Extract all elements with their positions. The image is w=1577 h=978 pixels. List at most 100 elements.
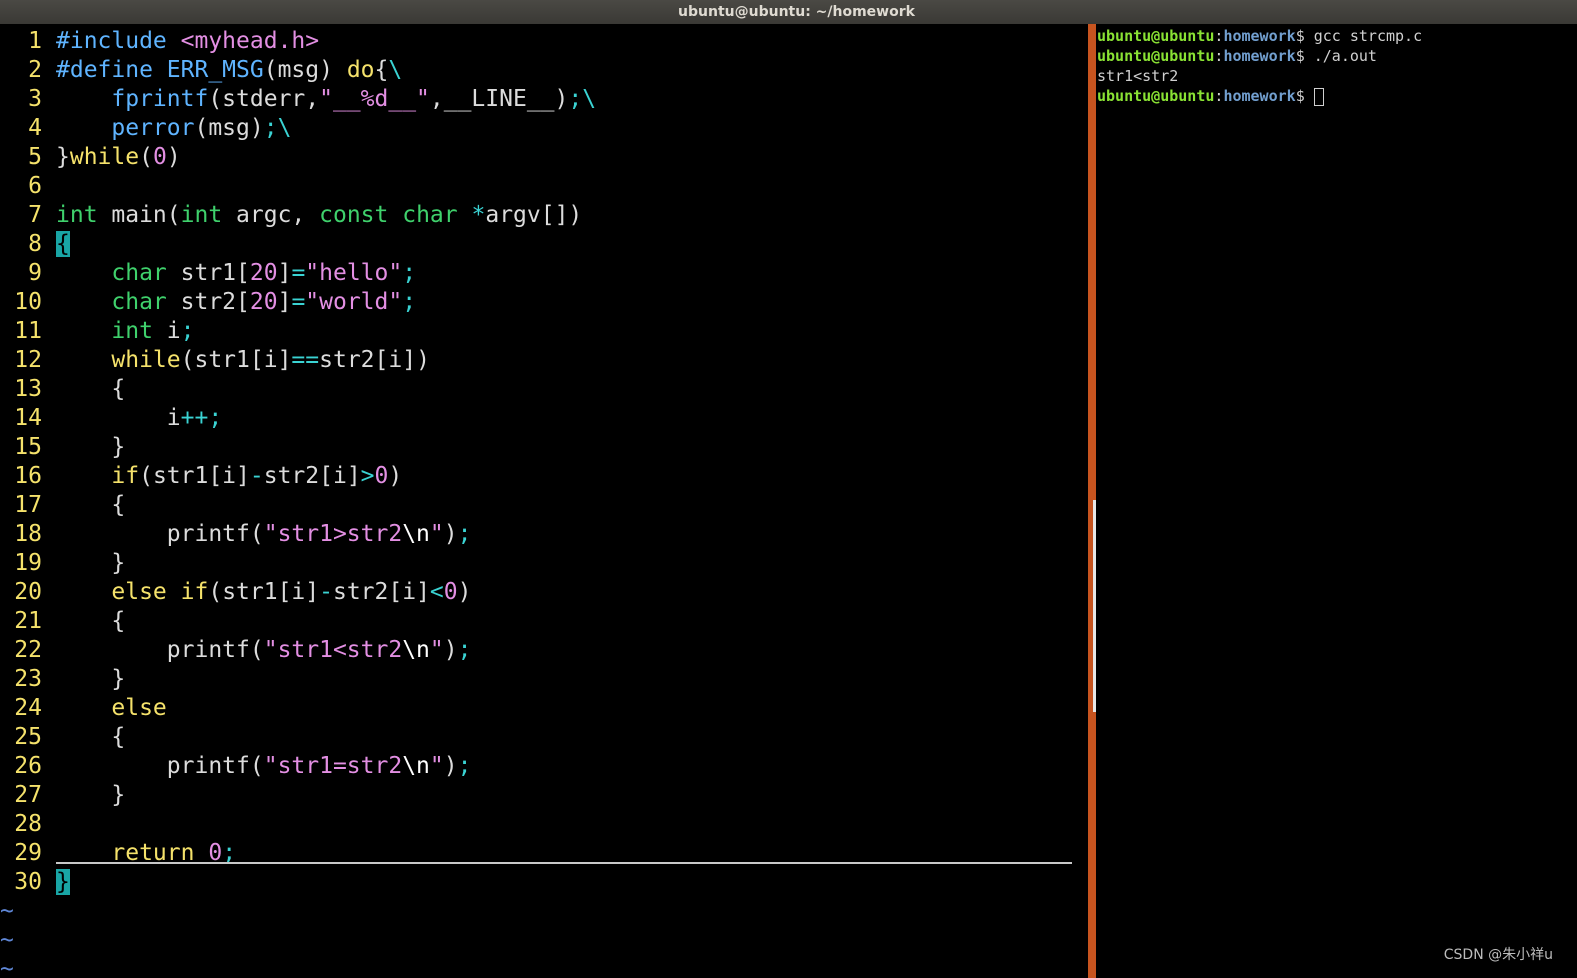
terminal-cursor	[1313, 87, 1324, 106]
code-text: else	[111, 695, 167, 721]
line-number: 8	[28, 231, 42, 257]
code-line[interactable]: 27 }	[0, 781, 125, 810]
prompt-user: ubuntu@ubuntu	[1097, 47, 1215, 65]
code-line[interactable]: 22 printf("str1<str2\n");	[0, 636, 471, 665]
code-text: printf("str1=str2\n");	[56, 753, 472, 779]
watermark: CSDN @朱小祥u	[1443, 947, 1553, 963]
code-line[interactable]: 12 while(str1[i]==str2[i])	[0, 346, 430, 375]
line-number: 2	[28, 57, 42, 83]
code-text: printf("str1>str2\n");	[56, 521, 472, 547]
line-number: 27	[14, 782, 42, 808]
code-line[interactable]: 24 else	[0, 694, 166, 723]
code-line[interactable]: 21 {	[0, 607, 125, 636]
code-line[interactable]: 18 printf("str1>str2\n");	[0, 520, 471, 549]
command-text: ./a.out	[1313, 47, 1377, 65]
line-number: 9	[28, 260, 42, 286]
terminal-output: str1<str2	[1097, 67, 1179, 85]
code-line[interactable]: 28	[0, 810, 42, 839]
code-line[interactable]: 15 }	[0, 433, 125, 462]
code-text: i++;	[56, 405, 223, 431]
empty-buffer-tilde: ~	[0, 956, 14, 978]
code-text: char str1[20]="hello";	[111, 260, 417, 286]
code-line[interactable]: 16 if(str1[i]-str2[i]>0)	[0, 462, 402, 491]
prompt-user: ubuntu@ubuntu	[1097, 27, 1215, 45]
line-number: 12	[14, 347, 42, 373]
terminal-line: ubuntu@ubuntu:homework$ gcc strcmp.c	[1097, 26, 1422, 46]
code-text: }	[56, 550, 126, 576]
code-text: {	[56, 724, 126, 750]
code-text: printf("str1<str2\n");	[56, 637, 472, 663]
line-number: 10	[14, 289, 42, 315]
code-text: char str2[20]="world";	[111, 289, 417, 315]
line-number: 22	[14, 637, 42, 663]
code-text: else if(str1[i]-str2[i]<0)	[111, 579, 472, 605]
code-line[interactable]: 13 {	[0, 375, 125, 404]
code-line[interactable]: 23 }	[0, 665, 125, 694]
line-number: 16	[14, 463, 42, 489]
code-line[interactable]: 20 else if(str1[i]-str2[i]<0)	[0, 578, 471, 607]
code-line[interactable]: 4 perror(msg);\	[0, 114, 291, 143]
code-line[interactable]: 5 }while(0)	[0, 143, 181, 172]
empty-buffer-tilde: ~	[0, 898, 14, 924]
code-line[interactable]: 2 #define ERR_MSG(msg) do{\	[0, 56, 402, 85]
window-title-bar: ubuntu@ubuntu: ~/homework	[0, 0, 1577, 24]
prompt-symbol: $	[1295, 47, 1314, 65]
vim-editor-pane[interactable]: 1 #include <myhead.h> 2 #define ERR_MSG(msg…	[0, 24, 1088, 978]
line-number: 13	[14, 376, 42, 402]
line-number: 30	[14, 869, 42, 895]
cursor-line-underline	[56, 862, 1072, 865]
code-text: }	[56, 869, 70, 895]
code-line[interactable]: 1 #include <myhead.h>	[0, 27, 319, 56]
line-number: 28	[14, 811, 42, 837]
prompt-user: ubuntu@ubuntu	[1097, 87, 1215, 105]
line-number: 3	[28, 86, 42, 112]
code-line[interactable]: 14 i++;	[0, 404, 222, 433]
code-line[interactable]: 8{	[0, 230, 70, 259]
code-line[interactable]: 7 int main(int argc, const char *argv[])	[0, 201, 582, 230]
line-number: 5	[28, 144, 42, 170]
line-number: 11	[14, 318, 42, 344]
line-number: 4	[28, 115, 42, 141]
line-number: 7	[28, 202, 42, 228]
line-number: 24	[14, 695, 42, 721]
terminal-pane[interactable]: ubuntu@ubuntu:homework$ gcc strcmp.c ubu…	[1096, 24, 1577, 978]
line-number: 26	[14, 753, 42, 779]
code-text: perror(msg);\	[111, 115, 292, 141]
line-number: 1	[28, 28, 42, 54]
code-text: while(str1[i]==str2[i])	[111, 347, 430, 373]
line-number: 17	[14, 492, 42, 518]
code-text: }	[56, 666, 126, 692]
line-number: 20	[14, 579, 42, 605]
command-text: gcc strcmp.c	[1313, 27, 1423, 45]
code-line[interactable]: 3 fprintf(stderr,"__%d__",__LINE__);\	[0, 85, 596, 114]
prompt-directory: homework	[1223, 87, 1296, 105]
code-line[interactable]: 26 printf("str1=str2\n");	[0, 752, 471, 781]
code-line[interactable]: 29 return 0;	[0, 839, 236, 868]
line-number: 21	[14, 608, 42, 634]
code-text: if(str1[i]-str2[i]>0)	[111, 463, 403, 489]
code-line[interactable]: 9 char str1[20]="hello";	[0, 259, 416, 288]
code-line[interactable]: 10 char str2[20]="world";	[0, 288, 416, 317]
prompt-directory: homework	[1223, 47, 1296, 65]
code-text: #define ERR_MSG(msg) do{\	[56, 57, 403, 83]
terminal-line: ubuntu@ubuntu:homework$ ./a.out	[1097, 46, 1377, 66]
window-title: ubuntu@ubuntu: ~/homework	[678, 4, 915, 20]
code-line[interactable]: 11 int i;	[0, 317, 194, 346]
code-text: }while(0)	[56, 144, 181, 170]
code-text: int i;	[111, 318, 195, 344]
code-text: }	[56, 782, 126, 808]
code-text: int main(int argc, const char *argv[])	[56, 202, 583, 228]
code-line[interactable]: 17 {	[0, 491, 125, 520]
code-text: {	[56, 376, 126, 402]
code-line[interactable]: 25 {	[0, 723, 125, 752]
prompt-symbol: $	[1295, 27, 1314, 45]
code-text: fprintf(stderr,"__%d__",__LINE__);\	[111, 86, 597, 112]
code-line[interactable]: 30}	[0, 868, 70, 897]
code-line[interactable]: 19 }	[0, 549, 125, 578]
line-number: 6	[28, 173, 42, 199]
line-number: 25	[14, 724, 42, 750]
code-text: #include <myhead.h>	[56, 28, 320, 54]
prompt-directory: homework	[1223, 27, 1296, 45]
code-line[interactable]: 6	[0, 172, 42, 201]
line-number: 29	[14, 840, 42, 866]
